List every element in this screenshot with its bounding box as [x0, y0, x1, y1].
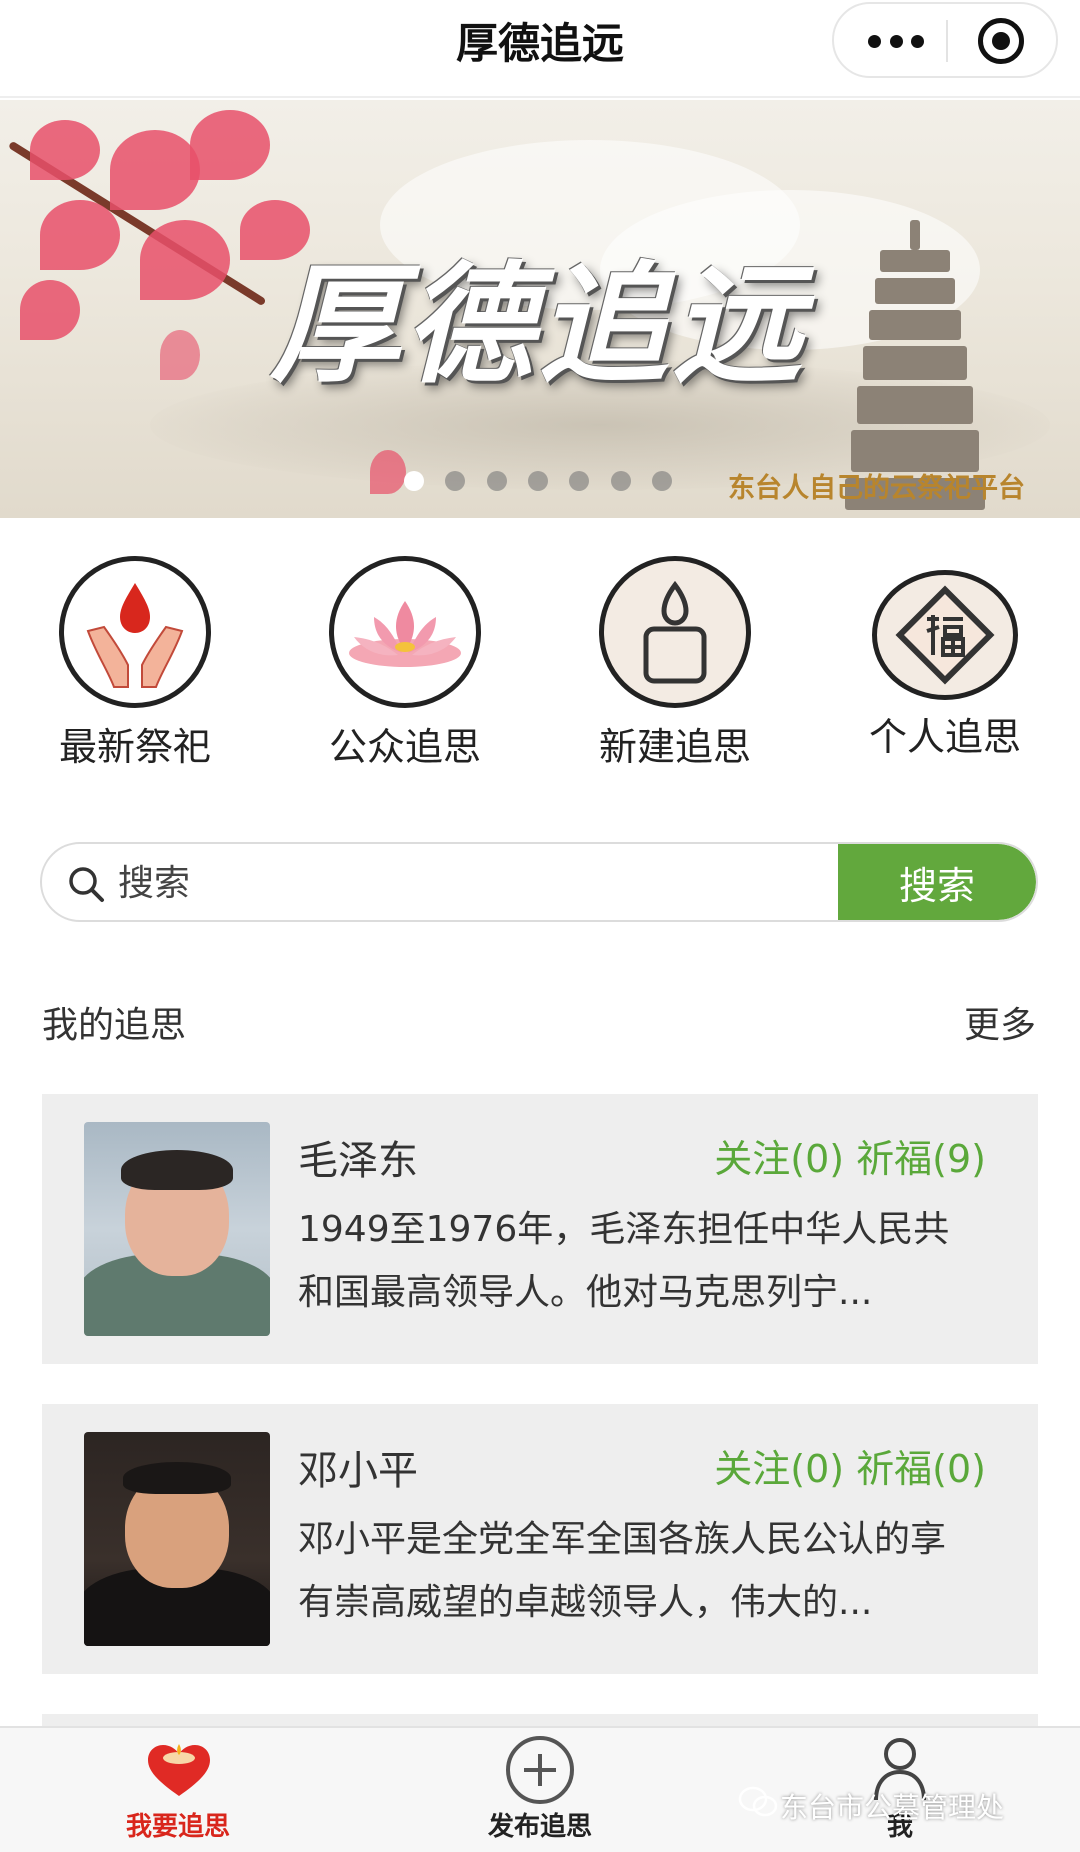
heart-candle-icon: [148, 1744, 210, 1796]
tab-label: 我要追思: [125, 1812, 230, 1842]
navigation-bar: 厚德追远: [0, 0, 1080, 98]
memorial-description: 邓小平是全党全军全国各族人民公认的享有崇高威望的卓越领导人，伟大的...: [298, 1519, 947, 1623]
menu-label: 最新祭祀: [58, 725, 211, 769]
carousel-dot[interactable]: [527, 471, 548, 491]
falling-petal: [160, 330, 200, 380]
menu-item-personal-memorial[interactable]: 个人追思: [835, 556, 1055, 766]
menu-item-latest-worship[interactable]: 最新祭祀: [25, 556, 245, 769]
capsule-divider: [946, 20, 948, 62]
banner-carousel[interactable]: 厚德追远 东台人自己的云祭祀平台: [0, 100, 1080, 518]
target-close-icon[interactable]: [978, 18, 1024, 64]
menu-label: 新建追思: [598, 725, 751, 769]
plum-blossom: [190, 110, 270, 180]
banner-title: 厚德追远: [270, 248, 807, 401]
quick-menu: 最新祭祀 公众追思 新建追思 个人追思: [0, 556, 1080, 769]
carousel-dot[interactable]: [404, 471, 424, 491]
search-icon: [69, 867, 104, 902]
carousel-dot[interactable]: [610, 471, 631, 491]
mini-program-capsule: [832, 2, 1058, 78]
carousel-indicators: [404, 470, 672, 492]
memorial-card[interactable]: 毛泽东 关注(0) 祈福(9) 1949至1976年，毛泽东担任中华人民共和国最…: [42, 1094, 1038, 1364]
falling-petal: [370, 450, 406, 494]
search-input[interactable]: [118, 858, 718, 908]
memorial-stats[interactable]: 关注(0) 祈福(9): [714, 1128, 986, 1183]
plus-circle-icon: [506, 1736, 574, 1804]
tab-label: 发布追思: [487, 1812, 592, 1842]
memorial-description: 1949至1976年，毛泽东担任中华人民共和国最高领导人。他对马克思列宁...: [298, 1209, 950, 1313]
hands-blood-drop-icon: [59, 556, 211, 708]
menu-item-create-memorial[interactable]: 新建追思: [565, 556, 785, 769]
memorial-portrait: [84, 1122, 270, 1336]
carousel-dot[interactable]: [445, 471, 466, 491]
memorial-stats[interactable]: 关注(0) 祈福(0): [714, 1438, 986, 1493]
tab-publish[interactable]: 发布追思: [440, 1728, 640, 1852]
banner-slogan: 东台人自己的云祭祀平台: [728, 473, 1025, 504]
plum-blossom: [140, 220, 230, 300]
carousel-dot[interactable]: [651, 471, 672, 491]
plum-blossom: [110, 130, 200, 210]
more-dots-icon[interactable]: [868, 28, 924, 54]
plum-blossom: [40, 200, 120, 270]
fu-blessing-icon: [872, 570, 1018, 700]
memorial-card[interactable]: 邓小平 关注(0) 祈福(0) 邓小平是全党全军全国各族人民公认的享有崇高威望的…: [42, 1404, 1038, 1674]
carousel-dot[interactable]: [569, 471, 590, 491]
tab-memorial[interactable]: 我要追思: [78, 1728, 278, 1852]
menu-item-public-memorial[interactable]: 公众追思: [295, 556, 515, 769]
carousel-dot[interactable]: [486, 471, 507, 491]
menu-label: 个人追思: [868, 715, 1021, 759]
section-title: 我的追思: [42, 1005, 187, 1046]
candle-icon: [599, 556, 751, 708]
memorial-name: 邓小平: [298, 1448, 418, 1494]
memorial-name: 毛泽东: [298, 1138, 418, 1184]
menu-label: 公众追思: [328, 725, 481, 769]
more-link[interactable]: 更多: [964, 996, 1036, 1048]
plum-blossom: [20, 280, 80, 340]
search-bar: 搜索: [40, 842, 1038, 922]
watermark-text: 东台市公墓管理处: [780, 1791, 1005, 1824]
memorial-portrait: [84, 1432, 270, 1646]
wechat-icon: [738, 1786, 778, 1817]
plum-blossom: [30, 120, 100, 180]
search-button[interactable]: 搜索: [838, 844, 1036, 920]
lotus-icon: [329, 556, 481, 708]
